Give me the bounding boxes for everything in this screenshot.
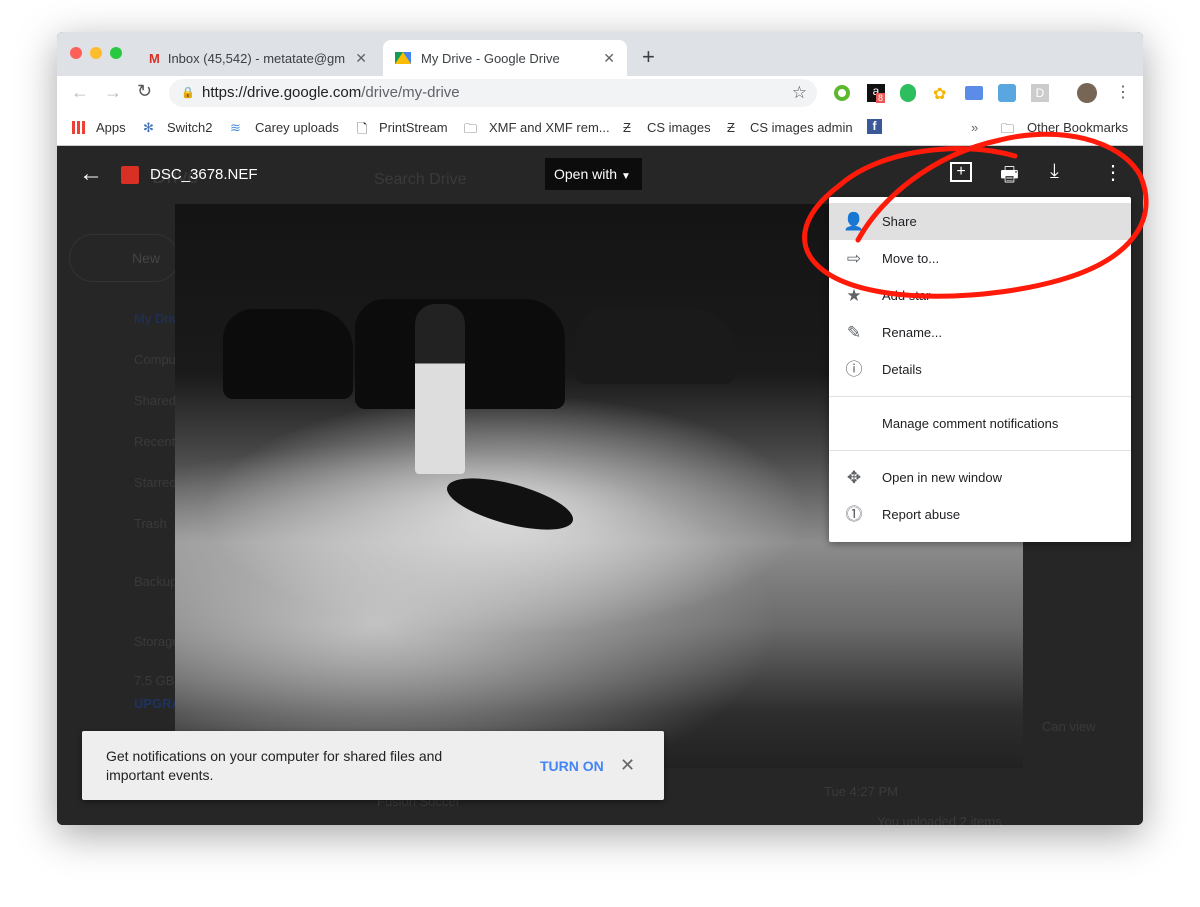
lock-icon: 🔒 <box>181 87 195 99</box>
bookmark-printstream[interactable]: PrintStream <box>379 120 448 135</box>
folder-move-icon: ⇨ <box>846 249 862 268</box>
download-icon[interactable]: ⤓ <box>1050 160 1059 183</box>
bookmark-carey-uploads[interactable]: Carey uploads <box>255 120 339 135</box>
reload-icon[interactable]: ↻ <box>137 81 152 102</box>
folder-icon: 🗀 <box>464 121 478 136</box>
minimize-window-button[interactable] <box>90 47 102 59</box>
viewer-toolbar: ← DSC_3678.NEF Open with ▼ + 🖶 ⤓ ⋮ <box>57 146 1143 204</box>
menu-divider <box>829 396 1131 397</box>
notification-snackbar: Get notifications on your computer for s… <box>82 731 664 800</box>
sidebar-trash: Trash <box>134 516 167 531</box>
menu-item-add-star[interactable]: ★ Add star <box>829 277 1131 314</box>
menu-item-manage-comment-notifications[interactable]: Manage comment notifications <box>829 405 1131 442</box>
close-tab-icon[interactable]: ✕ <box>603 50 615 67</box>
bookmark-cs-images[interactable]: CS images <box>647 120 711 135</box>
drive-content-dimmed: Drive Search Drive New My Drive Computer… <box>57 146 1143 825</box>
maximize-window-button[interactable] <box>110 47 122 59</box>
rename-icon: ✎ <box>846 323 862 342</box>
tab-bar: M Inbox (45,542) - metatate@gm ✕ My Driv… <box>57 32 1143 76</box>
menu-divider <box>829 450 1131 451</box>
amazon-extension-icon[interactable]: a8 <box>867 84 886 103</box>
address-bar-row: ← → ↻ 🔒 https://drive.google.com/drive/m… <box>57 76 1143 110</box>
bookmarks-bar: Apps ✻ Switch2 ≋ Carey uploads 🗋 PrintSt… <box>57 110 1143 146</box>
add-comment-icon[interactable]: + <box>950 162 972 182</box>
print-icon[interactable]: 🖶 <box>1000 160 1019 194</box>
activity-time: Tue 4:27 PM <box>824 784 898 799</box>
info-icon: ⓘ <box>845 360 863 379</box>
new-button: New <box>69 234 179 282</box>
bookmark-cs-images-admin[interactable]: CS images admin <box>750 120 853 135</box>
woman-figure <box>415 304 465 474</box>
move-arrows-icon: ✥ <box>846 468 862 487</box>
file-name: DSC_3678.NEF <box>150 166 258 183</box>
zp-icon: Ƶ <box>727 120 735 135</box>
page-icon: 🗋 <box>357 121 368 136</box>
switch2-icon: ✻ <box>143 120 154 135</box>
browser-window: M Inbox (45,542) - metatate@gm ✕ My Driv… <box>57 32 1143 825</box>
permission-text: Can view <box>1042 719 1096 734</box>
menu-item-share[interactable]: 👤 Share <box>829 203 1131 240</box>
forward-icon[interactable]: → <box>104 82 122 103</box>
facebook-icon[interactable]: f <box>867 119 882 134</box>
sidebar-recent: Recent <box>134 434 176 449</box>
image-file-icon <box>121 166 139 184</box>
menu-item-report-abuse[interactable]: ⓵ Report abuse <box>829 496 1131 533</box>
more-bookmarks-button[interactable]: » <box>971 120 978 135</box>
evernote-icon[interactable] <box>900 84 916 102</box>
bookmark-apps[interactable]: Apps <box>96 120 126 135</box>
chrome-menu-icon[interactable]: ⋮ <box>1115 82 1131 102</box>
extension-circle-icon[interactable] <box>834 85 850 101</box>
storage-used: 7.5 GB <box>134 673 175 688</box>
close-tab-icon[interactable]: ✕ <box>355 50 367 67</box>
more-actions-icon[interactable]: ⋮ <box>1103 160 1123 185</box>
back-icon[interactable]: ← <box>71 82 89 103</box>
more-actions-menu: 👤 Share ⇨ Move to... ★ Add star ✎ Rename... … <box>829 197 1131 542</box>
dropdown-arrow-icon: ▼ <box>620 171 631 182</box>
star-icon: ★ <box>846 286 862 305</box>
folder-icon: 🗀 <box>1001 121 1015 136</box>
person-add-icon: 👤 <box>843 212 865 231</box>
report-icon: ⓵ <box>845 505 863 524</box>
camera-icon[interactable] <box>965 86 983 100</box>
snackbar-text: Get notifications on your computer for s… <box>106 748 443 783</box>
d-extension-icon[interactable]: D <box>1031 84 1049 102</box>
photos-icon[interactable]: ✿ <box>933 84 946 104</box>
close-window-button[interactable] <box>70 47 82 59</box>
menu-item-details[interactable]: ⓘ Details <box>829 351 1131 388</box>
extension-heart-icon[interactable] <box>998 84 1016 102</box>
menu-item-rename[interactable]: ✎ Rename... <box>829 314 1131 351</box>
new-tab-button[interactable]: + <box>642 44 655 70</box>
apps-grid-icon <box>72 121 85 134</box>
drive-icon <box>395 52 411 64</box>
profile-avatar[interactable] <box>1077 83 1097 103</box>
sidebar-storage: Storage <box>134 634 180 649</box>
gmail-icon: M <box>149 50 160 66</box>
activity-text: You uploaded 2 items <box>877 814 1002 825</box>
url-input[interactable]: 🔒 https://drive.google.com/drive/my-driv… <box>169 79 817 107</box>
zp-icon: Ƶ <box>623 120 631 135</box>
open-with-button[interactable]: Open with ▼ <box>545 158 642 190</box>
menu-item-move-to[interactable]: ⇨ Move to... <box>829 240 1131 277</box>
tab-my-drive[interactable]: My Drive - Google Drive ✕ <box>383 40 627 76</box>
bookmark-star-icon[interactable]: ☆ <box>792 79 807 107</box>
tab-inbox[interactable]: M Inbox (45,542) - metatate@gm ✕ <box>137 40 379 76</box>
carey-icon: ≋ <box>230 120 241 135</box>
close-snackbar-icon[interactable]: ✕ <box>620 755 635 776</box>
turn-on-button[interactable]: TURN ON <box>540 758 604 774</box>
bookmark-other[interactable]: Other Bookmarks <box>1027 120 1128 135</box>
bookmark-xmf[interactable]: XMF and XMF rem... <box>489 120 610 135</box>
menu-item-open-new-window[interactable]: ✥ Open in new window <box>829 459 1131 496</box>
bookmark-switch2[interactable]: Switch2 <box>167 120 213 135</box>
back-arrow-icon[interactable]: ← <box>79 160 103 188</box>
sidebar-starred: Starred <box>134 475 177 490</box>
